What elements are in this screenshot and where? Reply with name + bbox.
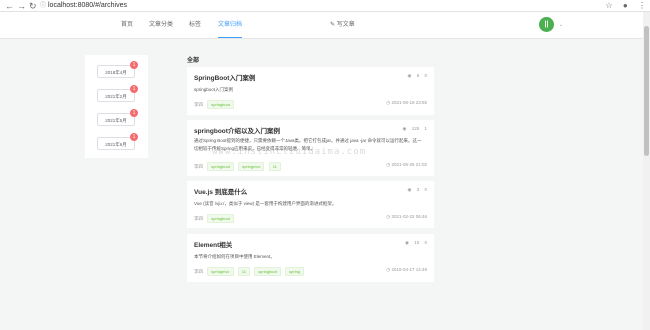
article-summary: springboot入门案例 <box>194 87 234 92</box>
browser-toolbar: ← → ↻ ⓘ localhost:8080/#/archives ☆ ● ⋮ <box>0 0 650 12</box>
article-title[interactable]: Vue.js 到底是什么 <box>194 186 247 196</box>
profile-icon[interactable]: ● <box>623 1 628 10</box>
count-badge: 1 <box>130 61 138 69</box>
article-stats: ◉ 6 0 <box>404 73 428 79</box>
app-header: 首页 文章分类 标签 文章归档 ✎ 写文章 || ⌄ <box>0 12 643 39</box>
view-count: 10 <box>414 240 420 245</box>
article-author: 李四 <box>194 216 203 221</box>
count-badge: 1 <box>130 109 138 117</box>
comment-count: 1 <box>424 126 427 131</box>
watermark: www.instinctzuidaima.com <box>212 147 367 157</box>
archive-panel: 2018年4月 1 2021年2月 1 2021年5月 1 2021年6月 1 <box>85 55 148 158</box>
nav-tags[interactable]: 标签 <box>189 12 201 38</box>
article-tag[interactable]: 11 <box>268 162 281 171</box>
archive-month-label: 2021年2月 <box>105 94 127 99</box>
article-time-text: 2021-05-25 21:02 <box>391 162 427 167</box>
article-time: ◷ 2021-02-22 06:46 <box>386 214 427 219</box>
article-author: 李四 <box>194 269 203 274</box>
archive-month-button[interactable]: 2021年6月 1 <box>97 133 138 150</box>
article-author: 李四 <box>194 164 203 169</box>
nav-archives[interactable]: 文章归档 <box>218 12 243 38</box>
bookmark-star-icon[interactable]: ☆ <box>606 1 613 10</box>
article-time-text: 2021-06-18 23:55 <box>391 100 427 105</box>
article-author: 李四 <box>194 102 203 107</box>
article-meta: 李四 springboot <box>194 214 234 223</box>
article-time: ◷ 2021-06-18 23:55 <box>386 100 427 105</box>
nav-home[interactable]: 首页 <box>121 12 133 38</box>
article-meta: 李四 springboot springmvc 11 <box>194 162 281 171</box>
article-tag[interactable]: spring <box>285 267 305 276</box>
reload-icon[interactable]: ↻ <box>29 1 37 11</box>
scrollbar-thumb[interactable] <box>644 26 649 156</box>
nav-categories[interactable]: 文章分类 <box>149 12 173 38</box>
article-card[interactable]: Element相关 ◉ 10 0 本节将介绍如何在项目中使用 Element。 … <box>187 234 434 282</box>
article-tag[interactable]: springboot <box>207 214 234 223</box>
write-article-label: 写文章 <box>336 22 355 28</box>
article-tag[interactable]: springboot <box>207 162 234 171</box>
page-scrollbar[interactable] <box>643 12 650 330</box>
eye-icon: ◉ <box>407 73 412 78</box>
view-count: 3 <box>416 187 420 192</box>
article-card[interactable]: Vue.js 到底是什么 ◉ 3 0 Vue (读音 /vjuː/，类似于 vi… <box>187 181 434 228</box>
count-badge: 1 <box>130 85 138 93</box>
back-icon[interactable]: ← <box>5 1 14 11</box>
address-bar[interactable]: localhost:8080/#/archives <box>48 1 127 11</box>
article-summary: 本节将介绍如何在项目中使用 Element。 <box>194 254 275 259</box>
eye-icon: ◉ <box>402 126 407 131</box>
article-tag[interactable]: springmvc <box>238 162 265 171</box>
archive-month-button[interactable]: 2021年5月 1 <box>97 109 138 126</box>
comment-count: 0 <box>424 240 427 245</box>
article-stats: ◉ 125 1 <box>399 126 428 132</box>
article-tag[interactable]: 11 <box>237 267 250 276</box>
article-stats: ◉ 10 0 <box>401 240 427 246</box>
view-count: 125 <box>411 126 420 131</box>
article-time-text: 2021-02-22 06:46 <box>391 214 427 219</box>
article-time: ◷ 2018-04-17 14:49 <box>386 267 427 272</box>
article-stats: ◉ 3 0 <box>404 187 428 193</box>
chevron-down-icon[interactable]: ⌄ <box>559 12 563 38</box>
section-title: 全部 <box>187 58 200 64</box>
eye-icon: ◉ <box>407 187 412 192</box>
article-title[interactable]: SpringBoot入门案例 <box>194 72 255 82</box>
comment-count: 0 <box>424 187 427 192</box>
avatar[interactable]: || <box>539 17 554 32</box>
archive-month-button[interactable]: 2021年2月 1 <box>97 85 138 102</box>
article-time-text: 2018-04-17 14:49 <box>391 267 427 272</box>
article-tag[interactable]: springboot <box>207 100 234 109</box>
archive-month-label: 2021年6月 <box>105 142 127 147</box>
article-time: ◷ 2021-05-25 21:02 <box>386 162 427 167</box>
eye-icon: ◉ <box>405 240 409 245</box>
article-meta: 李四 springmvc 11 springboot spring <box>194 267 305 276</box>
count-badge: 1 <box>130 133 138 141</box>
forward-icon[interactable]: → <box>17 1 26 11</box>
more-menu-icon[interactable]: ⋮ <box>638 1 646 10</box>
article-meta: 李四 springboot <box>194 100 234 109</box>
article-title[interactable]: springboot介绍以及入门案例 <box>194 125 280 135</box>
article-card[interactable]: SpringBoot入门案例 ◉ 6 0 springboot入门案例 李四 s… <box>187 67 434 115</box>
article-summary: Vue (读音 /vjuː/，类似于 view) 是一套用于构建用户界面的渐进式… <box>194 201 337 206</box>
archive-month-label: 2018年4月 <box>105 70 127 75</box>
article-tag[interactable]: springboot <box>254 267 281 276</box>
write-article-link[interactable]: ✎ 写文章 <box>330 12 355 38</box>
edit-icon: ✎ <box>330 22 336 28</box>
archive-month-label: 2021年5月 <box>105 118 127 123</box>
article-title[interactable]: Element相关 <box>194 239 232 249</box>
view-count: 6 <box>416 73 420 78</box>
site-info-icon[interactable]: ⓘ <box>40 1 46 11</box>
article-tag[interactable]: springmvc <box>207 267 234 276</box>
archive-month-button[interactable]: 2018年4月 1 <box>97 61 138 78</box>
comment-count: 0 <box>424 73 427 78</box>
